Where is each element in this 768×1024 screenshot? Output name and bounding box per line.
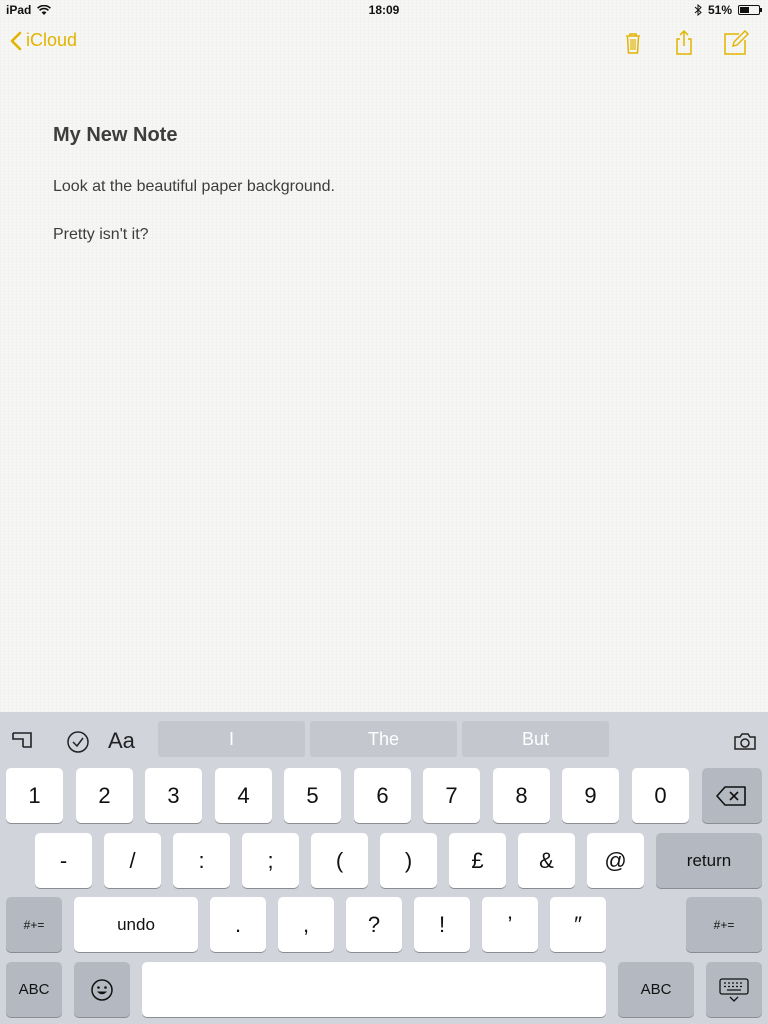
- note-title[interactable]: My New Note: [53, 124, 177, 147]
- back-button-label: iCloud: [26, 30, 78, 50]
- camera-icon[interactable]: [732, 728, 758, 754]
- battery-icon: [738, 5, 762, 15]
- symbols-shift-key-left[interactable]: #+=: [6, 897, 62, 952]
- share-icon[interactable]: [670, 28, 698, 56]
- table-icon[interactable]: [9, 728, 35, 754]
- key-8[interactable]: 8: [493, 768, 550, 823]
- abc-key-right[interactable]: ABC: [618, 962, 694, 1017]
- key-1[interactable]: 1: [6, 768, 63, 823]
- key-3[interactable]: 3: [145, 768, 202, 823]
- back-button[interactable]: iCloud: [10, 30, 77, 51]
- key-6[interactable]: 6: [354, 768, 411, 823]
- compose-icon[interactable]: [722, 28, 750, 56]
- dismiss-keyboard-key[interactable]: [706, 962, 762, 1017]
- note-line[interactable]: Look at the beautiful paper background.: [53, 178, 335, 196]
- suggestion-3[interactable]: But: [462, 721, 609, 757]
- delete-key[interactable]: [702, 768, 762, 823]
- key-apostrophe[interactable]: ’: [482, 897, 538, 952]
- format-button[interactable]: Aa: [108, 728, 135, 754]
- key-question[interactable]: ?: [346, 897, 402, 952]
- key-5[interactable]: 5: [284, 768, 341, 823]
- note-line[interactable]: Pretty isn't it?: [53, 226, 149, 244]
- key-ampersand[interactable]: &: [518, 833, 575, 888]
- checklist-icon[interactable]: [65, 728, 91, 754]
- key-hyphen[interactable]: -: [35, 833, 92, 888]
- note-background: [0, 0, 768, 712]
- return-key[interactable]: return: [656, 833, 762, 888]
- backspace-icon: [716, 785, 746, 806]
- key-colon[interactable]: :: [173, 833, 230, 888]
- key-slash[interactable]: /: [104, 833, 161, 888]
- key-open-paren[interactable]: (: [311, 833, 368, 888]
- chevron-left-icon: [10, 31, 22, 50]
- keyboard-dismiss-icon: [719, 977, 749, 1002]
- keyboard: Aa I The But 1 2 3 4 5 6 7 8 9 0 - / : ;…: [0, 712, 768, 1024]
- shortcut-bar: Aa I The But: [0, 712, 768, 766]
- status-time: 18:09: [368, 3, 400, 17]
- key-at[interactable]: @: [587, 833, 644, 888]
- key-comma[interactable]: ,: [278, 897, 334, 952]
- key-pound[interactable]: £: [449, 833, 506, 888]
- key-2[interactable]: 2: [76, 768, 133, 823]
- key-exclamation[interactable]: !: [414, 897, 470, 952]
- bluetooth-icon: [694, 4, 702, 16]
- key-close-paren[interactable]: ): [380, 833, 437, 888]
- key-0[interactable]: 0: [632, 768, 689, 823]
- key-7[interactable]: 7: [423, 768, 480, 823]
- abc-key-left[interactable]: ABC: [6, 962, 62, 1017]
- undo-key[interactable]: undo: [74, 897, 198, 952]
- trash-icon[interactable]: [619, 28, 647, 56]
- space-bar[interactable]: [142, 962, 606, 1017]
- key-period[interactable]: .: [210, 897, 266, 952]
- key-9[interactable]: 9: [562, 768, 619, 823]
- battery-percent: 51%: [707, 3, 732, 17]
- key-double-quote[interactable]: ″: [550, 897, 606, 952]
- navigation-bar: iCloud: [0, 24, 768, 64]
- status-bar: iPad 18:09 51%: [0, 0, 768, 20]
- key-4[interactable]: 4: [215, 768, 272, 823]
- key-semicolon[interactable]: ;: [242, 833, 299, 888]
- emoji-key[interactable]: [74, 962, 130, 1017]
- emoji-icon: [91, 978, 113, 1001]
- symbols-shift-key-right[interactable]: #+=: [686, 897, 762, 952]
- suggestion-1[interactable]: I: [158, 721, 305, 757]
- suggestion-2[interactable]: The: [310, 721, 457, 757]
